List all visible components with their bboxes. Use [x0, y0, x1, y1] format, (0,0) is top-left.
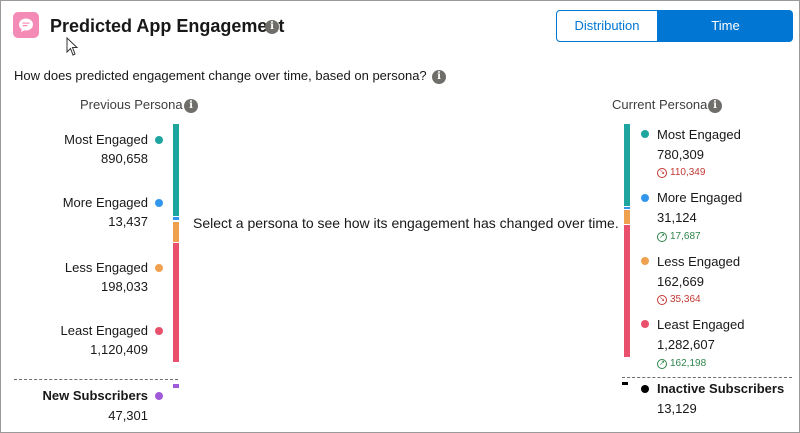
change-value: 35,364	[670, 294, 701, 305]
view-toggle: Distribution Time Comparison	[556, 10, 793, 63]
previous-more-engaged-label: More Engaged	[62, 195, 148, 210]
inactive-subscribers-value: 13,129	[657, 401, 697, 416]
previous-less-engaged-label: Less Engaged	[64, 260, 148, 275]
page-title: Predicted App Engagement	[50, 16, 285, 36]
previous-most-engaged-value: 890,658	[101, 151, 148, 166]
previous-more-engaged-value: 13,437	[108, 214, 148, 229]
current-most-engaged-bar[interactable]	[624, 124, 630, 206]
new-subscribers-dot	[155, 392, 163, 400]
trend-up-icon: ↗	[657, 358, 667, 369]
current-less-engaged-bar[interactable]	[624, 210, 630, 224]
current-least-engaged-value: 1,282,607	[657, 337, 715, 352]
mouse-pointer-icon	[66, 37, 79, 56]
less-engaged-dot	[155, 264, 163, 272]
current-least-engaged-bar[interactable]	[624, 225, 630, 357]
previous-most-engaged-label: Most Engaged	[64, 132, 148, 147]
current-less-engaged-value: 162,669	[657, 274, 704, 289]
previous-least-engaged-bar[interactable]	[173, 243, 179, 362]
most-engaged-dot	[155, 136, 163, 144]
current-more-engaged-bar[interactable]	[624, 207, 630, 209]
previous-less-engaged-bar[interactable]	[173, 222, 179, 242]
trend-up-icon: ↗	[657, 231, 667, 242]
distribution-tab[interactable]: Distribution	[556, 10, 658, 42]
trend-down-icon: ↘	[657, 167, 667, 178]
more-engaged-dot	[155, 199, 163, 207]
current-less-engaged-change: ↘ 35,364	[657, 294, 701, 305]
question-info-icon[interactable]: i	[432, 70, 446, 84]
current-more-engaged-label: More Engaged	[657, 190, 743, 205]
current-persona-info-icon[interactable]: i	[708, 99, 722, 113]
least-engaged-dot	[641, 320, 649, 328]
previous-least-engaged-value: 1,120,409	[90, 342, 148, 357]
previous-divider	[14, 379, 178, 380]
current-more-engaged-value: 31,124	[657, 210, 697, 225]
question-text: How does predicted engagement change ove…	[14, 68, 427, 83]
previous-most-engaged-bar[interactable]	[173, 124, 179, 216]
current-most-engaged-change: ↘ 110,349	[657, 167, 705, 178]
center-message: Select a persona to see how its engageme…	[193, 215, 619, 231]
time-comparison-tab[interactable]: Time Comparison	[658, 10, 793, 63]
more-engaged-dot	[641, 194, 649, 202]
least-engaged-dot	[155, 327, 163, 335]
previous-least-engaged-label: Least Engaged	[60, 323, 148, 338]
current-inactive-bar[interactable]	[622, 382, 628, 385]
previous-more-engaged-bar[interactable]	[173, 217, 179, 220]
change-value: 162,198	[670, 358, 707, 369]
change-value: 110,349	[670, 167, 706, 178]
title-info-icon[interactable]: i	[265, 20, 279, 34]
previous-persona-info-icon[interactable]: i	[184, 99, 198, 113]
new-subscribers-label: New Subscribers	[42, 388, 149, 403]
current-more-engaged-change: ↗ 17,687	[657, 231, 701, 242]
inactive-subscribers-dot	[641, 385, 649, 393]
previous-new-subscribers-bar[interactable]	[173, 384, 179, 388]
current-most-engaged-value: 780,309	[657, 147, 704, 162]
less-engaged-dot	[641, 257, 649, 265]
inactive-subscribers-label: Inactive Subscribers	[657, 381, 785, 396]
current-less-engaged-label: Less Engaged	[657, 254, 741, 269]
previous-persona-heading: Previous Persona	[80, 97, 183, 112]
current-least-engaged-change: ↗ 162,198	[657, 358, 706, 369]
current-least-engaged-label: Least Engaged	[657, 317, 745, 332]
trend-down-icon: ↘	[657, 294, 667, 305]
current-divider	[622, 377, 792, 378]
change-value: 17,687	[670, 231, 701, 242]
current-persona-heading: Current Persona	[612, 97, 708, 112]
most-engaged-dot	[641, 130, 649, 138]
current-most-engaged-label: Most Engaged	[657, 127, 741, 142]
new-subscribers-value: 47,301	[108, 408, 148, 423]
previous-less-engaged-value: 198,033	[101, 279, 148, 294]
chat-icon	[13, 12, 39, 38]
